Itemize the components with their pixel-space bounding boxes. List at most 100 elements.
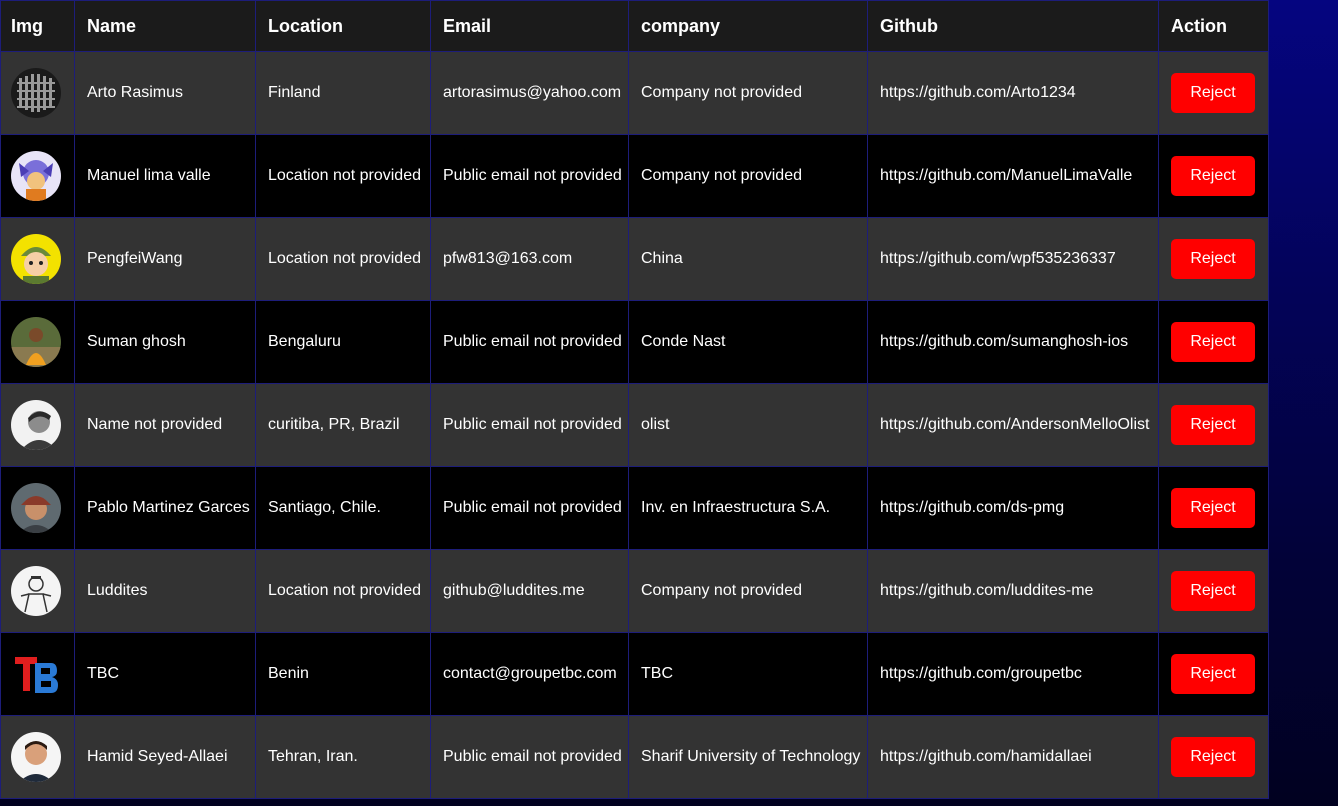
table-row: Hamid Seyed-Allaei Tehran, Iran. Public …: [0, 715, 1269, 799]
user-name: PengfeiWang: [74, 217, 256, 301]
user-name: Name not provided: [74, 383, 256, 467]
user-location: Finland: [255, 51, 431, 135]
table-header-row: Img Name Location Email company Github A…: [0, 0, 1269, 52]
table-row: Suman ghosh Bengaluru Public email not p…: [0, 300, 1269, 384]
user-location: Location not provided: [255, 134, 431, 218]
user-email: Public email not provided: [430, 466, 629, 550]
header-github: Github: [867, 0, 1159, 52]
person-photo-avatar-icon: [11, 317, 61, 367]
users-table-container: Img Name Location Email company Github A…: [0, 0, 1269, 799]
user-name: Manuel lima valle: [74, 134, 256, 218]
header-img: Img: [0, 0, 75, 52]
reject-button[interactable]: Reject: [1171, 405, 1255, 445]
user-company: Sharif University of Technology: [628, 715, 868, 799]
user-github: https://github.com/hamidallaei: [867, 715, 1159, 799]
table-row: Pablo Martinez Garces Santiago, Chile. P…: [0, 466, 1269, 550]
reject-button[interactable]: Reject: [1171, 571, 1255, 611]
user-location: curitiba, PR, Brazil: [255, 383, 431, 467]
reject-button[interactable]: Reject: [1171, 73, 1255, 113]
user-company: Company not provided: [628, 549, 868, 633]
user-email: pfw813@163.com: [430, 217, 629, 301]
reject-button[interactable]: Reject: [1171, 156, 1255, 196]
user-company: olist: [628, 383, 868, 467]
avatar-cell: [0, 300, 75, 384]
table-row: Luddites Location not provided github@lu…: [0, 549, 1269, 633]
header-location: Location: [255, 0, 431, 52]
user-name: Hamid Seyed-Allaei: [74, 715, 256, 799]
user-location: Location not provided: [255, 549, 431, 633]
action-cell: Reject: [1158, 51, 1269, 135]
user-company: Inv. en Infraestructura S.A.: [628, 466, 868, 550]
action-cell: Reject: [1158, 466, 1269, 550]
reject-button[interactable]: Reject: [1171, 322, 1255, 362]
reject-button[interactable]: Reject: [1171, 488, 1255, 528]
user-name: Pablo Martinez Garces: [74, 466, 256, 550]
reject-button[interactable]: Reject: [1171, 239, 1255, 279]
action-cell: Reject: [1158, 549, 1269, 633]
user-location: Benin: [255, 632, 431, 716]
avatar-cell: [0, 383, 75, 467]
avatar-cell: [0, 715, 75, 799]
user-name: TBC: [74, 632, 256, 716]
user-company: China: [628, 217, 868, 301]
person-cap-avatar-icon: [11, 483, 61, 533]
user-location: Location not provided: [255, 217, 431, 301]
action-cell: Reject: [1158, 715, 1269, 799]
action-cell: Reject: [1158, 383, 1269, 467]
tbc-logo-avatar-icon: [11, 649, 61, 699]
reject-button[interactable]: Reject: [1171, 654, 1255, 694]
user-location: Santiago, Chile.: [255, 466, 431, 550]
header-company: company: [628, 0, 868, 52]
user-company: Company not provided: [628, 51, 868, 135]
user-company: TBC: [628, 632, 868, 716]
pixel-mosaic-avatar-icon: [11, 68, 61, 118]
user-email: contact@groupetbc.com: [430, 632, 629, 716]
avatar-cell: [0, 51, 75, 135]
table-row: Manuel lima valle Location not provided …: [0, 134, 1269, 218]
action-cell: Reject: [1158, 134, 1269, 218]
users-table: Img Name Location Email company Github A…: [0, 0, 1269, 799]
action-cell: Reject: [1158, 300, 1269, 384]
user-name: Luddites: [74, 549, 256, 633]
cartoon-soldier-avatar-icon: [11, 234, 61, 284]
user-email: Public email not provided: [430, 715, 629, 799]
user-github: https://github.com/AndersonMelloOlist: [867, 383, 1159, 467]
table-row: PengfeiWang Location not provided pfw813…: [0, 217, 1269, 301]
table-row: Arto Rasimus Finland artorasimus@yahoo.c…: [0, 51, 1269, 135]
user-email: artorasimus@yahoo.com: [430, 51, 629, 135]
header-name: Name: [74, 0, 256, 52]
user-location: Tehran, Iran.: [255, 715, 431, 799]
sketch-illustration-avatar-icon: [11, 566, 61, 616]
user-name: Arto Rasimus: [74, 51, 256, 135]
user-github: https://github.com/wpf535236337: [867, 217, 1159, 301]
avatar-cell: [0, 466, 75, 550]
user-github: https://github.com/groupetbc: [867, 632, 1159, 716]
user-name: Suman ghosh: [74, 300, 256, 384]
grayscale-person-avatar-icon: [11, 400, 61, 450]
avatar-cell: [0, 632, 75, 716]
user-company: Conde Nast: [628, 300, 868, 384]
portrait-photo-avatar-icon: [11, 732, 61, 782]
user-github: https://github.com/luddites-me: [867, 549, 1159, 633]
user-company: Company not provided: [628, 134, 868, 218]
avatar-cell: [0, 217, 75, 301]
avatar-cell: [0, 134, 75, 218]
header-action: Action: [1158, 0, 1269, 52]
table-row: Name not provided curitiba, PR, Brazil P…: [0, 383, 1269, 467]
table-row: TBC Benin contact@groupetbc.com TBC http…: [0, 632, 1269, 716]
reject-button[interactable]: Reject: [1171, 737, 1255, 777]
user-github: https://github.com/Arto1234: [867, 51, 1159, 135]
user-github: https://github.com/ManuelLimaValle: [867, 134, 1159, 218]
user-github: https://github.com/sumanghosh-ios: [867, 300, 1159, 384]
user-email: Public email not provided: [430, 383, 629, 467]
user-github: https://github.com/ds-pmg: [867, 466, 1159, 550]
action-cell: Reject: [1158, 217, 1269, 301]
anime-character-avatar-icon: [11, 151, 61, 201]
user-email: Public email not provided: [430, 300, 629, 384]
user-email: Public email not provided: [430, 134, 629, 218]
header-email: Email: [430, 0, 629, 52]
user-location: Bengaluru: [255, 300, 431, 384]
avatar-cell: [0, 549, 75, 633]
action-cell: Reject: [1158, 632, 1269, 716]
user-email: github@luddites.me: [430, 549, 629, 633]
